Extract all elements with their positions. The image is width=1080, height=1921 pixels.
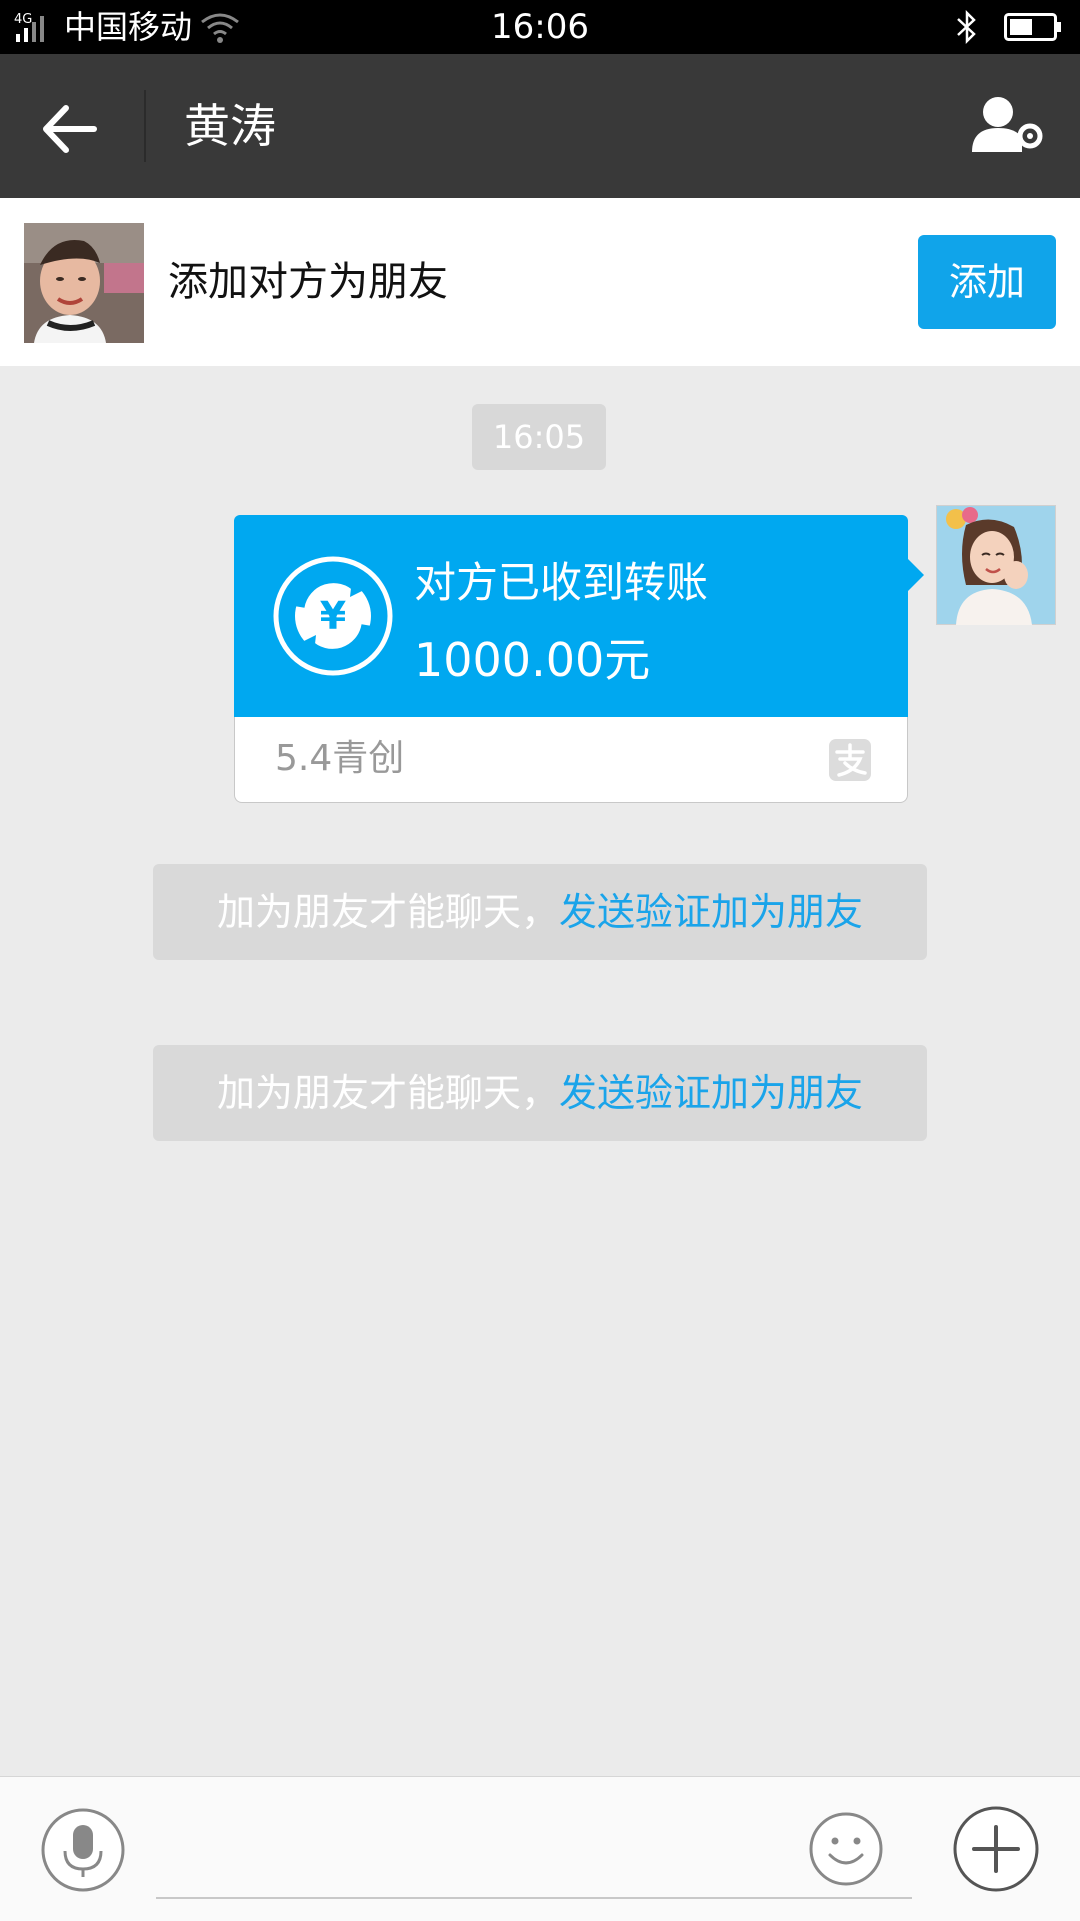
add-friend-notice: 加为朋友才能聊天，发送验证加为朋友 <box>153 864 927 960</box>
emoji-icon[interactable] <box>808 1811 884 1887</box>
bubble-tail <box>908 559 924 591</box>
transfer-amount: 1000.00元 <box>414 633 651 687</box>
status-bar: 4G 中国移动 16:06 <box>0 0 1080 54</box>
input-bar <box>0 1776 1080 1921</box>
message-input[interactable] <box>156 1807 912 1899</box>
status-time: 16:06 <box>491 7 589 47</box>
add-friend-button[interactable]: 添加 <box>918 235 1056 329</box>
chat-title: 黄涛 <box>184 99 276 153</box>
microphone-icon[interactable] <box>40 1807 126 1893</box>
back-arrow-icon[interactable] <box>30 94 110 164</box>
battery-icon <box>1004 13 1061 41</box>
bluetooth-icon <box>957 10 976 44</box>
title-bar: 黄涛 <box>0 54 1080 198</box>
alipay-icon <box>829 739 871 781</box>
plus-icon[interactable] <box>952 1805 1040 1893</box>
message-timestamp: 16:05 <box>472 404 606 470</box>
transfer-note: 5.4青创 <box>275 738 405 779</box>
my-avatar[interactable] <box>936 505 1056 625</box>
add-friend-prompt: 添加对方为朋友 <box>168 259 448 305</box>
transfer-card-footer: 5.4青创 <box>234 717 908 803</box>
add-friend-bar: 添加对方为朋友 添加 <box>0 198 1080 366</box>
svg-text:¥: ¥ <box>320 594 346 638</box>
transfer-yuan-icon: ¥ <box>273 556 393 676</box>
transfer-card[interactable]: ¥ 对方已收到转账 1000.00元 5.4青创 <box>234 515 924 804</box>
contact-avatar[interactable] <box>24 223 144 343</box>
transfer-status: 对方已收到转账 <box>414 558 709 607</box>
notice-text: 加为朋友才能聊天， <box>216 890 559 934</box>
title-divider <box>144 90 146 162</box>
send-verification-link[interactable]: 发送验证加为朋友 <box>559 890 863 934</box>
notice-text: 加为朋友才能聊天， <box>216 1071 559 1115</box>
add-friend-notice: 加为朋友才能聊天，发送验证加为朋友 <box>153 1045 927 1141</box>
profile-settings-icon[interactable] <box>960 92 1050 162</box>
send-verification-link[interactable]: 发送验证加为朋友 <box>559 1071 863 1115</box>
